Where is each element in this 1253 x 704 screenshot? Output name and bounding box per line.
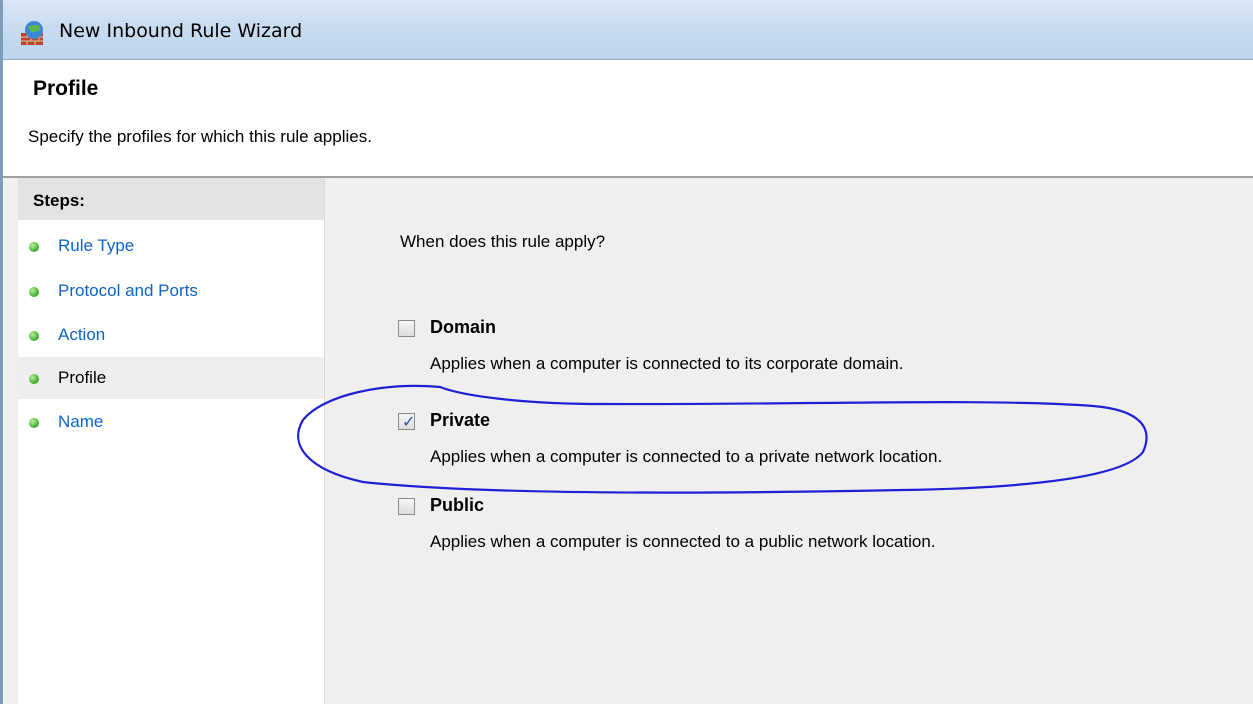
domain-checkbox[interactable] [398, 320, 415, 337]
step-label: Profile [58, 368, 107, 387]
question-text: When does this rule apply? [400, 232, 606, 251]
page-description: Specify the profiles for which this rule… [28, 127, 372, 146]
steps-pane: Steps: Rule Type Protocol and Ports Acti… [18, 178, 325, 704]
private-label[interactable]: Private [430, 410, 490, 431]
step-name[interactable]: Name [18, 401, 324, 443]
private-description: Applies when a computer is connected to … [430, 447, 943, 466]
firewall-icon [21, 21, 43, 45]
step-label[interactable]: Protocol and Ports [58, 281, 198, 301]
steps-heading: Steps: [33, 191, 85, 210]
steps-header: Steps: [18, 178, 324, 220]
green-dot-icon [29, 287, 39, 297]
public-description: Applies when a computer is connected to … [430, 532, 936, 551]
step-label[interactable]: Action [58, 325, 105, 345]
step-protocol-and-ports[interactable]: Protocol and Ports [18, 270, 324, 312]
step-action[interactable]: Action [18, 314, 324, 356]
step-label[interactable]: Name [58, 412, 103, 432]
title-bar[interactable]: New Inbound Rule Wizard [3, 0, 1253, 60]
green-dot-icon [29, 331, 39, 341]
green-dot-icon [29, 374, 39, 384]
domain-description: Applies when a computer is connected to … [430, 354, 904, 373]
green-dot-icon [29, 242, 39, 252]
step-profile[interactable]: Profile [18, 357, 324, 399]
wizard-window: New Inbound Rule Wizard Profile Specify … [0, 0, 1253, 704]
public-checkbox[interactable] [398, 498, 415, 515]
green-dot-icon [29, 418, 39, 428]
content-pane: When does this rule apply? Domain Applie… [335, 178, 1253, 704]
step-label[interactable]: Rule Type [58, 236, 134, 256]
step-rule-type[interactable]: Rule Type [18, 225, 324, 267]
page-header: Profile Specify the profiles for which t… [3, 60, 1253, 178]
domain-label[interactable]: Domain [430, 317, 496, 338]
window-title: New Inbound Rule Wizard [59, 20, 303, 42]
private-checkbox[interactable]: ✓ [398, 412, 416, 431]
checkmark-icon: ✓ [402, 412, 416, 431]
page-title: Profile [33, 77, 99, 100]
public-label[interactable]: Public [430, 495, 484, 516]
